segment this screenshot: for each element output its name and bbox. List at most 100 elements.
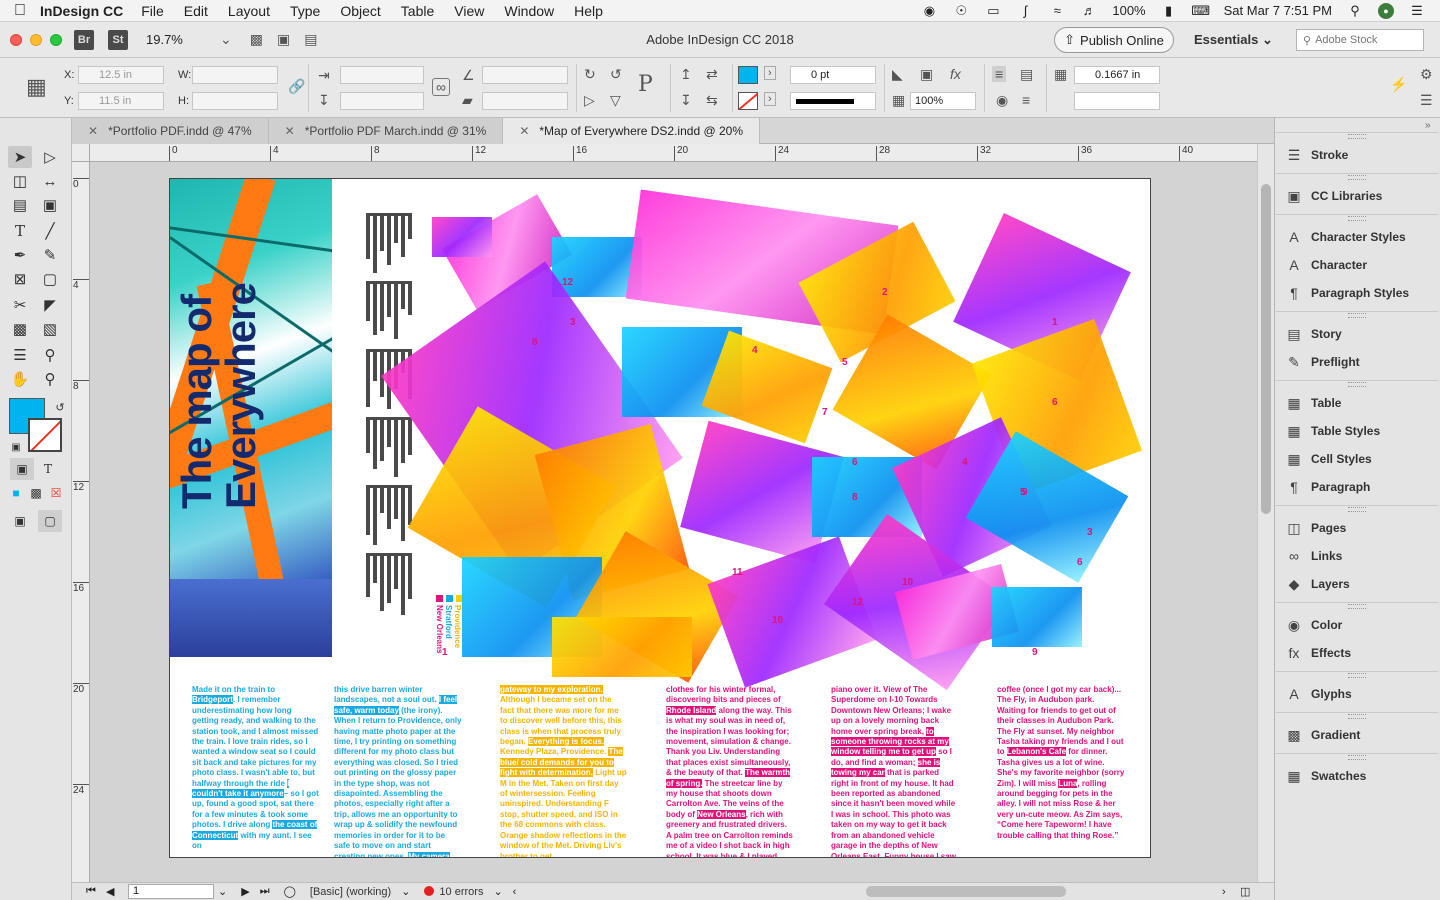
last-page-icon[interactable]: ⏭ — [260, 885, 270, 898]
rotate-ccw-icon[interactable]: ↺ — [610, 66, 622, 83]
page-tool[interactable]: ◫ — [8, 170, 32, 192]
tab-map-of-everywhere[interactable]: ✕ *Map of Everywhere DS2.indd @ 20% — [503, 118, 760, 144]
eyedropper-tool[interactable]: ⚲ — [38, 344, 62, 366]
minimize-window-button[interactable] — [30, 33, 42, 46]
apple-icon[interactable]:  — [0, 2, 40, 20]
panel-options-icon[interactable]: ☰ — [1420, 92, 1433, 109]
first-page-icon[interactable]: ⏮ — [86, 885, 96, 898]
menu-window[interactable]: Window — [504, 3, 554, 19]
bluetooth-icon[interactable]: ∫ — [1016, 3, 1034, 18]
panel-swatches[interactable]: ▦ Swatches — [1285, 765, 1435, 787]
preview-mode-icon[interactable]: ▢ — [38, 510, 62, 532]
panel-group-grip[interactable] — [1276, 753, 1438, 760]
text-wrap-none-icon[interactable]: ≡ — [992, 66, 1007, 82]
split-window-icon[interactable]: ◫ — [1240, 885, 1250, 898]
text-wrap-shape-icon[interactable]: ◉ — [996, 92, 1008, 109]
pen-tool[interactable]: ✒ — [8, 244, 32, 266]
panel-group-grip[interactable] — [1276, 380, 1438, 387]
document-page[interactable]: The map of Everywhere Providence Stratfo… — [169, 178, 1151, 858]
stroke-swatch[interactable] — [738, 92, 758, 110]
menu-object[interactable]: Object — [340, 3, 380, 19]
ruler-origin[interactable] — [72, 144, 90, 162]
frame-fitting-field[interactable] — [1074, 92, 1160, 110]
x-field[interactable]: 12.5 in — [78, 66, 164, 84]
pencil-tool[interactable]: ✎ — [38, 244, 62, 266]
gradient-feather-tool[interactable]: ▧ — [38, 318, 62, 340]
previous-page-icon[interactable]: ◀ — [106, 885, 114, 898]
swap-fill-stroke-icon[interactable]: ↺ — [48, 396, 72, 418]
body-text-column-6[interactable]: coffee (once I got my car back)... The F… — [997, 685, 1125, 841]
panel-cell-styles[interactable]: ▦ Cell Styles — [1285, 448, 1435, 470]
gradient-swatch-tool[interactable]: ▩ — [8, 318, 32, 340]
wifi-icon[interactable]: ≈ — [1048, 3, 1066, 18]
select-container-icon[interactable]: ↥ — [680, 66, 692, 83]
stroke-dropdown-icon[interactable]: › — [764, 92, 776, 106]
hand-tool[interactable]: ✋ — [8, 368, 32, 390]
panel-menu-icon[interactable]: ⚙ — [1420, 66, 1433, 83]
page-number-field[interactable]: 1 — [128, 884, 214, 899]
formatting-text-icon[interactable]: T — [36, 458, 60, 480]
menu-table[interactable]: Table — [401, 3, 434, 19]
apply-none-icon[interactable]: ☒ — [44, 482, 68, 504]
close-window-button[interactable] — [10, 33, 22, 46]
scroll-right-icon[interactable]: › — [1222, 886, 1226, 898]
errors-dropdown-icon[interactable]: ⌄ — [493, 885, 502, 898]
volume-icon[interactable]: ♬ — [1080, 3, 1098, 18]
next-page-icon[interactable]: ▶ — [241, 885, 249, 898]
default-fill-stroke-icon[interactable]: ▣ — [4, 436, 28, 458]
panel-group-grip[interactable] — [1276, 671, 1438, 678]
profile-dropdown-icon[interactable]: ⌄ — [401, 885, 410, 898]
panel-gradient[interactable]: ▩ Gradient — [1285, 724, 1435, 746]
rectangle-frame-tool[interactable]: ⊠ — [8, 268, 32, 290]
close-tab-icon[interactable]: ✕ — [88, 124, 98, 138]
stroke-weight-field[interactable]: 0 pt — [790, 66, 876, 84]
creative-cloud-icon[interactable]: ◉ — [920, 3, 938, 18]
panel-paragraph[interactable]: ¶ Paragraph — [1285, 476, 1435, 498]
vertical-scrollbar[interactable] — [1257, 144, 1274, 882]
menu-file[interactable]: File — [141, 3, 164, 19]
horizontal-scroll-thumb[interactable] — [866, 886, 1066, 897]
preflight-profile[interactable]: [Basic] (working) — [310, 886, 391, 898]
panel-color[interactable]: ◉ Color — [1285, 614, 1435, 636]
body-text-column-4[interactable]: clothes for his winter formal, discoveri… — [666, 685, 794, 857]
select-previous-icon[interactable]: ⇄ — [706, 66, 718, 83]
constrain-scale-icon[interactable]: ∞ — [432, 78, 450, 96]
panel-character-styles[interactable]: A Character Styles — [1285, 226, 1435, 248]
panel-preflight[interactable]: ✎ Preflight — [1285, 351, 1435, 373]
bridge-button[interactable]: Br — [74, 29, 94, 50]
scale-x-field[interactable] — [340, 66, 424, 84]
tab-portfolio-pdf-march[interactable]: ✕ *Portfolio PDF March.indd @ 31% — [268, 118, 504, 144]
scale-y-field[interactable] — [340, 92, 424, 110]
panel-links[interactable]: ∞ Links — [1285, 545, 1435, 567]
select-next-icon[interactable]: ⇆ — [706, 92, 718, 109]
close-tab-icon[interactable]: ✕ — [519, 124, 529, 138]
constrain-proportions-icon[interactable]: 🔗 — [288, 78, 305, 95]
vertical-ruler[interactable]: 0 4 8 12 16 20 24 — [72, 162, 90, 882]
rotation-field[interactable] — [482, 66, 568, 84]
stroke-color-box[interactable] — [28, 418, 62, 452]
rotate-cw-icon[interactable]: ↻ — [584, 66, 596, 83]
arrange-documents-icon[interactable]: ▤ — [304, 31, 317, 48]
accessibility-icon[interactable]: ☉ — [952, 3, 970, 18]
zoom-tool[interactable]: ⚲ — [38, 368, 62, 390]
panel-table[interactable]: ▦ Table — [1285, 392, 1435, 414]
reference-point-icon[interactable]: ▦ — [26, 74, 47, 100]
panel-stroke[interactable]: ☰ Stroke — [1285, 144, 1435, 166]
zoom-dropdown-icon[interactable]: ⌄ — [220, 31, 232, 48]
menu-edit[interactable]: Edit — [184, 3, 208, 19]
preflight-errors[interactable]: 10 errors — [424, 885, 483, 898]
view-options-icon[interactable]: ▩ — [250, 31, 263, 48]
panel-pages[interactable]: ◫ Pages — [1285, 517, 1435, 539]
formatting-container-icon[interactable]: ▣ — [10, 458, 34, 480]
body-text-column-2[interactable]: this drive barren winter landscapes, not… — [334, 685, 462, 857]
menu-help[interactable]: Help — [574, 3, 603, 19]
panel-group-grip[interactable] — [1276, 214, 1438, 221]
close-tab-icon[interactable]: ✕ — [285, 124, 295, 138]
spotlight-icon[interactable]: ⚲ — [1346, 3, 1364, 18]
tab-portfolio-pdf[interactable]: ✕ *Portfolio PDF.indd @ 47% — [72, 118, 269, 144]
rectangle-tool[interactable]: ▢ — [38, 268, 62, 290]
menu-type[interactable]: Type — [290, 3, 320, 19]
normal-view-icon[interactable]: ▣ — [8, 510, 32, 532]
collage-photo[interactable] — [552, 617, 692, 677]
flip-vertical-icon[interactable]: ▽ — [610, 92, 621, 109]
